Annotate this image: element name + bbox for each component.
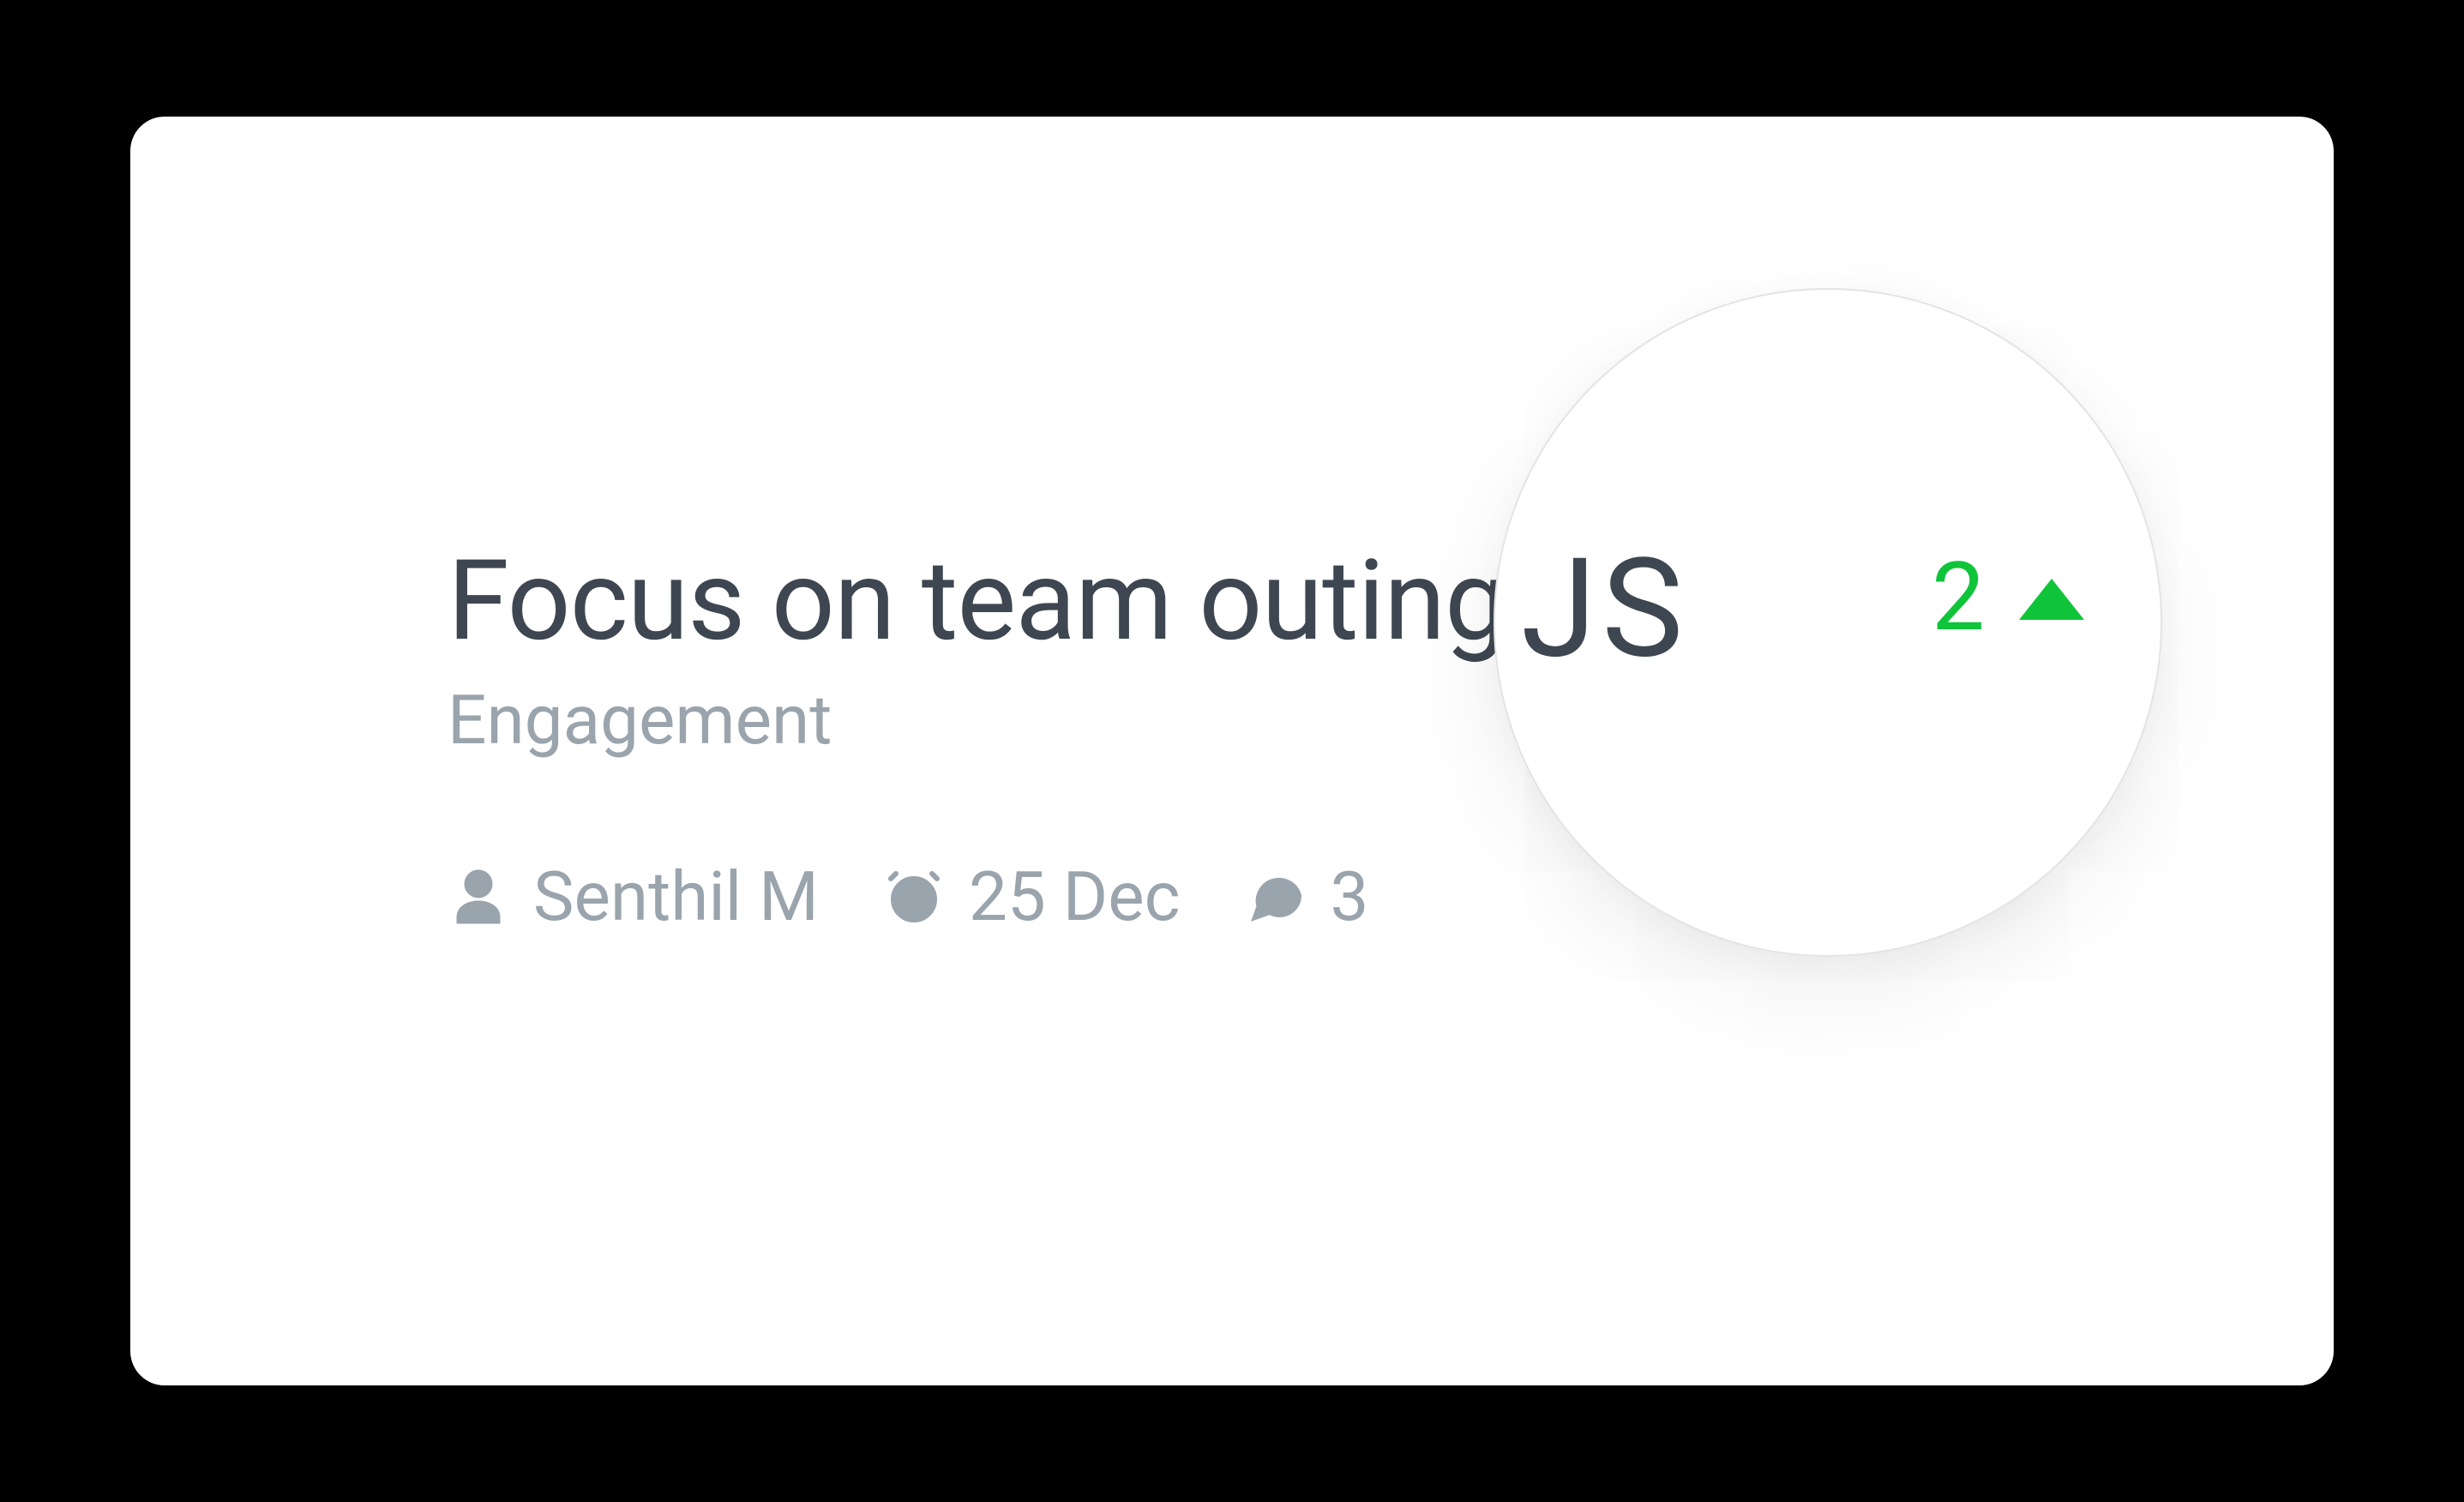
comment-count: 3 (1331, 856, 1369, 937)
task-category[interactable]: Engagement (448, 682, 1563, 758)
comment-icon (1245, 866, 1307, 928)
upvote-icon[interactable] (2019, 579, 2084, 620)
due-date: 25 Dec (969, 856, 1181, 937)
zoom-lens: JS 2 (1493, 288, 2162, 957)
magnified-title-tail: JS (1521, 530, 1688, 690)
author-name: Senthil M (533, 856, 819, 937)
card-content: Focus on team outings Engagement Senthil… (448, 545, 1563, 937)
author-meta[interactable]: Senthil M (448, 856, 819, 937)
clock-icon (883, 866, 945, 928)
vote-count: 2 (1932, 542, 1985, 652)
person-icon (448, 866, 509, 928)
comments-meta[interactable]: 3 (1245, 856, 1369, 937)
task-card[interactable]: Focus on team outings Engagement Senthil… (130, 117, 2334, 1385)
due-date-meta[interactable]: 25 Dec (883, 856, 1181, 937)
meta-row: Senthil M 25 Dec (448, 856, 1563, 937)
vote-control[interactable]: 2 (1932, 542, 2084, 652)
task-title[interactable]: Focus on team outings (448, 545, 1563, 657)
